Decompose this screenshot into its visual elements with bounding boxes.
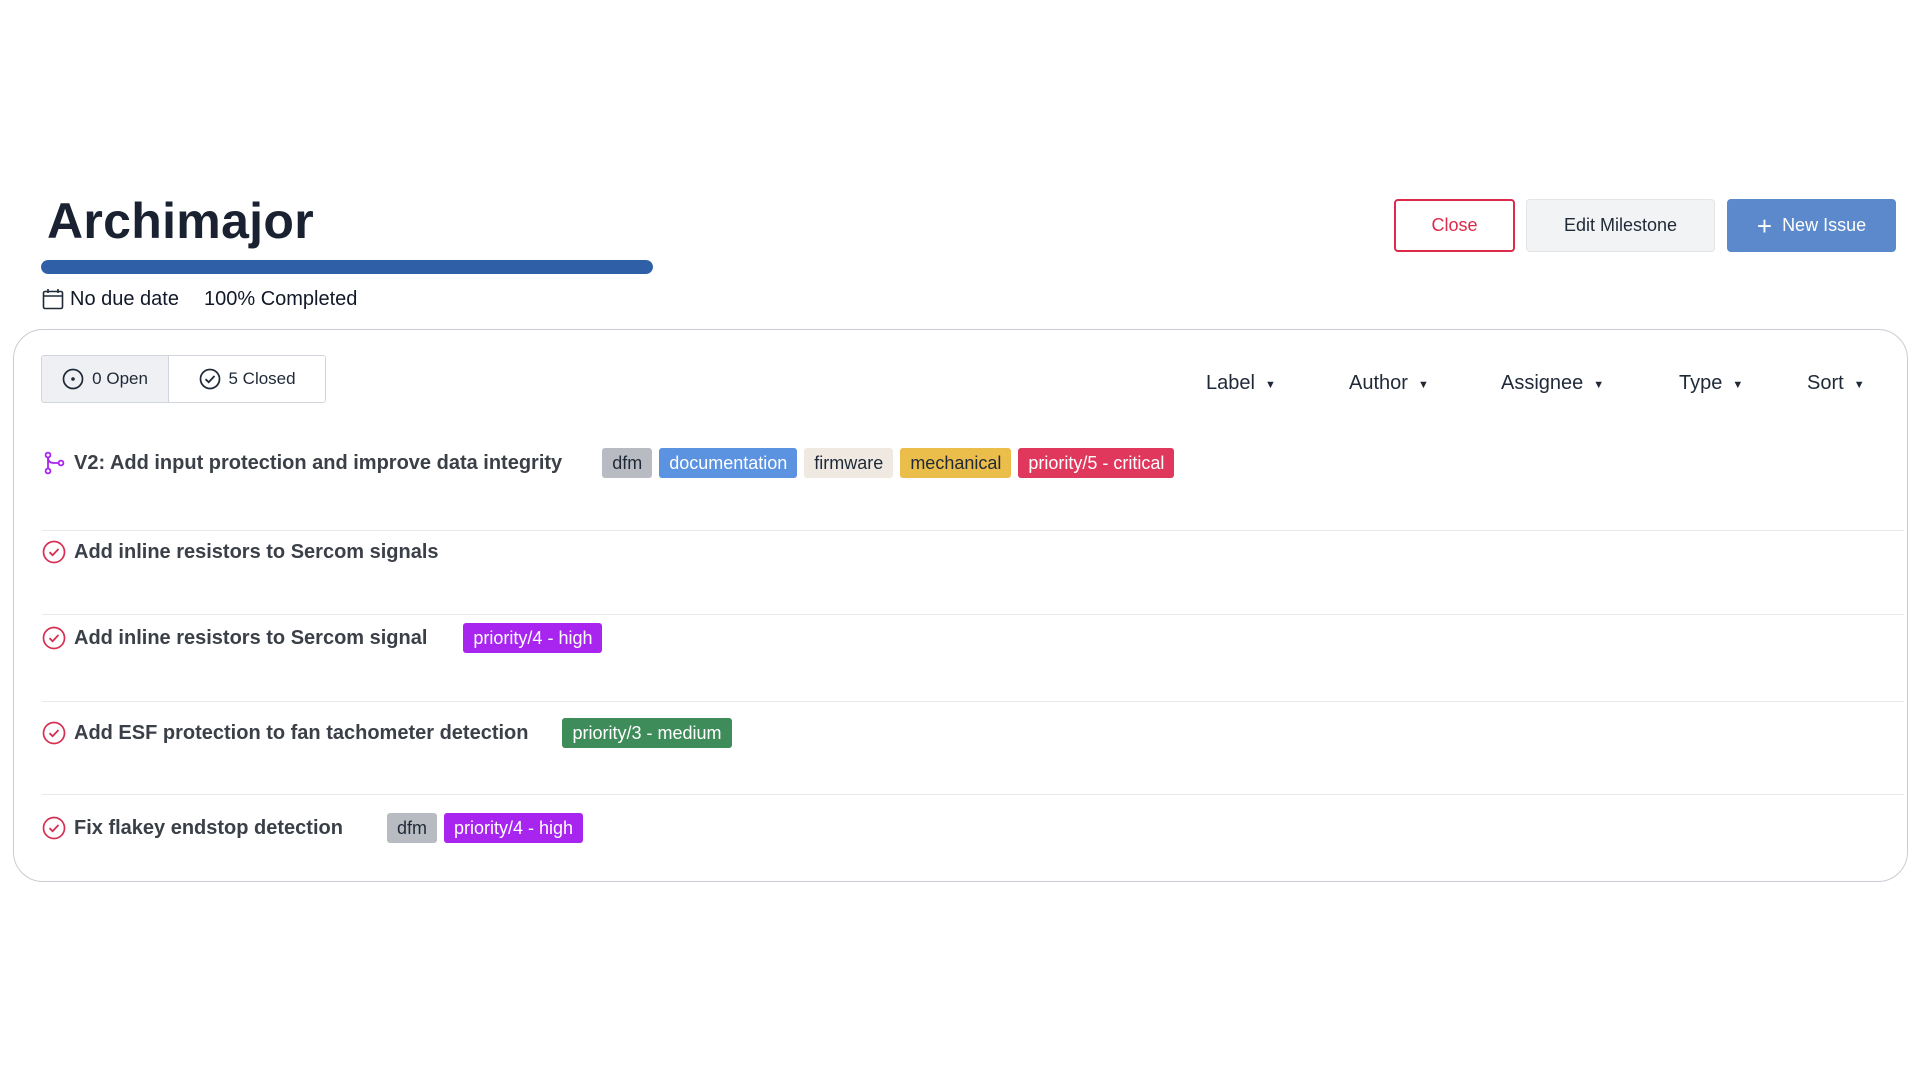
label-firmware[interactable]: firmware	[804, 448, 894, 478]
issues-panel: 0 Open 5 Closed Label ▼ Author ▼ Assigne…	[13, 329, 1908, 882]
caret-down-icon: ▼	[1417, 379, 1429, 391]
type-filter-dropdown[interactable]: Type ▼	[1679, 370, 1743, 396]
label-priority-medium[interactable]: priority/3 - medium	[562, 718, 732, 748]
milestone-page: Archimajor No due date 100% Completed Cl…	[0, 0, 1919, 1080]
progress-fill	[41, 260, 653, 274]
caret-down-icon: ▼	[1853, 379, 1865, 391]
issue-closed-icon	[42, 816, 66, 840]
open-issues-tab[interactable]: 0 Open	[42, 356, 170, 402]
label-priority-high[interactable]: priority/4 - high	[463, 623, 603, 653]
label-dfm[interactable]: dfm	[386, 813, 437, 843]
caret-down-icon: ▼	[1732, 379, 1744, 391]
issue-labels: dfm priority/4 - high	[386, 813, 584, 843]
label-filter-dropdown[interactable]: Label ▼	[1206, 370, 1276, 396]
issue-state-toggle: 0 Open 5 Closed	[41, 355, 326, 403]
issue-labels: priority/4 - high	[463, 623, 603, 653]
author-filter-dropdown[interactable]: Author ▼	[1349, 370, 1429, 396]
issue-row[interactable]: Add inline resistors to Sercom signals	[42, 532, 439, 572]
issue-labels: priority/3 - medium	[562, 718, 732, 748]
label-dfm[interactable]: dfm	[602, 448, 653, 478]
open-issues-label: 0 Open	[92, 369, 148, 388]
due-date-text: No due date	[70, 287, 179, 310]
label-priority-critical[interactable]: priority/5 - critical	[1018, 448, 1175, 478]
row-divider	[42, 701, 1904, 702]
pull-request-merged-icon	[42, 451, 66, 475]
row-divider	[42, 614, 1904, 615]
closed-issues-tab[interactable]: 5 Closed	[169, 356, 325, 402]
closed-issues-label: 5 Closed	[228, 369, 296, 388]
row-divider	[42, 530, 1904, 531]
issue-row[interactable]: Add ESF protection to fan tachometer det…	[42, 713, 732, 753]
author-filter-label: Author	[1349, 371, 1408, 394]
issue-closed-icon	[42, 721, 66, 745]
assignee-filter-dropdown[interactable]: Assignee ▼	[1501, 370, 1604, 396]
new-issue-button[interactable]: + New Issue	[1727, 199, 1896, 252]
close-milestone-button[interactable]: Close	[1394, 199, 1515, 252]
milestone-progress-bar	[41, 260, 653, 274]
issue-closed-icon	[42, 540, 66, 564]
edit-milestone-button[interactable]: Edit Milestone	[1526, 199, 1715, 252]
issue-open-icon	[62, 368, 84, 390]
issue-row[interactable]: V2: Add input protection and improve dat…	[42, 443, 1175, 483]
new-issue-label: New Issue	[1782, 215, 1867, 235]
page-title: Archimajor	[47, 193, 314, 249]
row-divider	[42, 794, 1904, 795]
issue-title[interactable]: Add inline resistors to Sercom signal	[74, 627, 427, 650]
issue-closed-icon	[42, 626, 66, 650]
milestone-meta: No due date 100% Completed	[42, 287, 357, 311]
label-documentation[interactable]: documentation	[659, 448, 798, 478]
sort-dropdown[interactable]: Sort ▼	[1807, 370, 1865, 396]
issue-title[interactable]: Add inline resistors to Sercom signals	[74, 541, 439, 564]
label-filter-label: Label	[1206, 371, 1255, 394]
caret-down-icon: ▼	[1593, 379, 1605, 391]
sort-label: Sort	[1807, 371, 1844, 394]
calendar-icon	[42, 288, 64, 310]
caret-down-icon: ▼	[1264, 379, 1276, 391]
issue-row[interactable]: Fix flakey endstop detection dfm priorit…	[42, 808, 584, 848]
issue-title[interactable]: Add ESF protection to fan tachometer det…	[74, 722, 528, 745]
issue-labels: dfm documentation firmware mechanical pr…	[602, 448, 1175, 478]
type-filter-label: Type	[1679, 371, 1723, 394]
plus-icon: +	[1756, 210, 1773, 241]
issue-title[interactable]: V2: Add input protection and improve dat…	[74, 452, 562, 475]
issue-row[interactable]: Add inline resistors to Sercom signal pr…	[42, 618, 603, 658]
assignee-filter-label: Assignee	[1501, 371, 1584, 394]
label-priority-high[interactable]: priority/4 - high	[443, 813, 584, 843]
issue-title[interactable]: Fix flakey endstop detection	[74, 817, 343, 840]
completion-text: 100% Completed	[203, 287, 358, 310]
label-mechanical[interactable]: mechanical	[900, 448, 1012, 478]
issue-closed-icon	[199, 368, 220, 390]
